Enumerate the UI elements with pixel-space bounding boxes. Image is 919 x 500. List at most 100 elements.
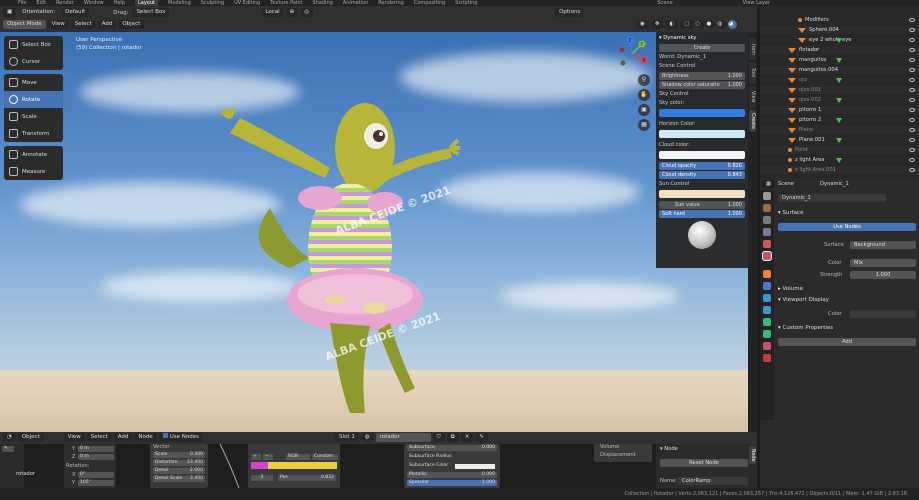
noise-texture-node[interactable]: Vector Scale 0.300 Distortion 33.400 Detai… (150, 444, 208, 488)
node-name-field[interactable]: ColorRamp (678, 477, 748, 485)
visibility-eye-icon[interactable] (909, 48, 915, 52)
outliner-row[interactable]: z light Area.001 (760, 166, 919, 174)
visibility-eye-icon[interactable] (909, 78, 915, 82)
ramp-position-field[interactable]: Pos 0.832 (278, 475, 336, 481)
scene-props-icon[interactable] (763, 240, 771, 248)
material-props-icon[interactable] (763, 342, 771, 350)
outliner-row[interactable]: ojo (760, 76, 919, 84)
cloud-color-swatch[interactable] (659, 151, 745, 159)
proportional-icon[interactable]: ◎ (300, 8, 314, 17)
shadow-saturation-field[interactable]: Shadow color saturatio 1.000 (659, 81, 745, 89)
detail-field[interactable]: Detail 2.000 (153, 468, 205, 474)
rotation-x-field[interactable]: 0° (78, 472, 114, 478)
ramp-add-icon[interactable]: + (251, 454, 261, 460)
mode-dropdown[interactable]: Object Mode (3, 20, 46, 29)
physics-icon[interactable] (763, 306, 771, 314)
duplicate-icon[interactable]: ⧉ (446, 433, 459, 442)
viewport-display-section-header[interactable]: ▾ Viewport Display (778, 297, 829, 303)
options-dropdown[interactable]: Options (555, 8, 585, 17)
render-props-icon[interactable] (763, 204, 771, 212)
tool-cursor[interactable]: Cursor (4, 53, 63, 70)
tool-props-icon[interactable] (763, 192, 771, 200)
tab-item[interactable]: Item (749, 38, 756, 60)
data-props-icon[interactable] (763, 330, 771, 338)
outliner-row[interactable]: ojos.001 (760, 86, 919, 94)
tool-move[interactable]: Move (4, 74, 63, 91)
color-input-dropdown[interactable]: Mix (850, 259, 916, 267)
detail-scale-field[interactable]: Detail Scale 3.400 (153, 476, 205, 482)
create-button[interactable]: Create (659, 44, 745, 52)
menu-object[interactable]: Object (118, 20, 145, 29)
add-property-button[interactable]: Add (778, 338, 916, 346)
visibility-eye-icon[interactable] (909, 148, 915, 152)
subsurface-color-field[interactable]: Subsurface Color (407, 463, 497, 469)
camera-icon[interactable]: ▣ (638, 104, 650, 116)
node-editor[interactable]: ✎ rotador Y 0 m Z 0 m Rotation: X 0° Y 1… (0, 444, 757, 488)
color-ramp-gradient[interactable] (251, 462, 337, 469)
outliner-row[interactable]: flotador (760, 46, 919, 54)
outliner-row[interactable]: pitorro 2 (760, 116, 919, 124)
transform-space-dropdown[interactable]: Local (261, 8, 284, 17)
distortion-field[interactable]: Distortion 33.400 (153, 460, 205, 466)
visibility-eye-icon[interactable] (909, 158, 915, 162)
modifier-props-icon[interactable] (763, 282, 771, 290)
visibility-eye-icon[interactable] (909, 28, 915, 32)
view-layer-icon[interactable] (763, 228, 771, 236)
fake-user-icon[interactable]: ⛉ (432, 433, 445, 442)
perspective-grid-icon[interactable]: ▦ (638, 119, 650, 131)
horizon-color-swatch[interactable] (659, 130, 745, 138)
visibility-eye-icon[interactable] (909, 18, 915, 22)
tab-node[interactable]: Node (749, 446, 756, 464)
subsurface-field[interactable]: Subsurface 0.000 (407, 445, 497, 451)
custom-properties-section-header[interactable]: ▾ Custom Properties (778, 325, 833, 331)
material-icon[interactable]: ◍ (360, 433, 374, 442)
node-menu-select[interactable]: Select (86, 433, 112, 442)
visibility-eye-icon[interactable] (909, 68, 915, 72)
outliner-row[interactable]: z light Area (760, 156, 919, 164)
snap-icon[interactable]: ⊕ (285, 8, 299, 17)
brightness-field[interactable]: Brightness 1.000 (659, 72, 745, 80)
orientation-dropdown[interactable]: Default (61, 8, 90, 17)
soft-hard-slider[interactable]: Soft hard 1.000 (659, 210, 745, 218)
node-object-dropdown[interactable]: Object (17, 433, 44, 442)
navigation-gizmo[interactable]: X Y Z (614, 36, 650, 72)
ramp-interpolation-dropdown[interactable]: Constan (312, 454, 338, 460)
tool-annotate[interactable]: Annotate (4, 146, 63, 163)
outliner-row[interactable]: Plane (760, 126, 919, 134)
node-menu-view[interactable]: View (63, 433, 85, 442)
gizmo-toggle-icon[interactable]: ✥ (650, 20, 664, 29)
sky-panel-title[interactable]: ▾ Dynamic sky (659, 34, 745, 43)
outliner-row[interactable]: Point (760, 146, 919, 154)
ramp-stop-index[interactable]: 2 (251, 475, 273, 481)
node-editor-type-icon[interactable]: ◔ (3, 433, 16, 442)
strength-field[interactable]: 1.000 (850, 271, 916, 279)
node-menu-add[interactable]: Add (113, 433, 133, 442)
visibility-eye-icon[interactable] (909, 38, 915, 42)
color-ramp-node[interactable]: + − RGB Constan 2 Pos 0.832 (248, 444, 340, 488)
overlay-icon[interactable]: ◐ (665, 20, 679, 29)
editor-type-icon[interactable]: ▣ (3, 8, 17, 17)
visibility-eye-icon[interactable] (909, 168, 915, 172)
tab-create[interactable]: Create (749, 110, 756, 132)
material-name-field[interactable]: rotador (375, 433, 431, 442)
sky-color-swatch[interactable] (659, 109, 745, 117)
texture-props-icon[interactable] (763, 354, 771, 362)
visibility-eye-icon[interactable] (909, 118, 915, 122)
outliner-row[interactable]: manguitos.004 (760, 66, 919, 74)
subsurface-radius-field[interactable]: Subsurface Radius (407, 454, 497, 460)
outliner-row[interactable]: manguitos (760, 56, 919, 64)
tool-rotate[interactable]: Rotate (4, 91, 63, 108)
properties-type-icon[interactable]: ▦ (762, 180, 775, 188)
visibility-eye-icon[interactable] (909, 128, 915, 132)
ramp-remove-icon[interactable]: − (263, 454, 273, 460)
viewport-display-color-swatch[interactable] (850, 310, 916, 318)
xray-icon[interactable]: ▢ (680, 20, 694, 29)
output-props-icon[interactable] (763, 216, 771, 224)
visibility-icon[interactable]: ◉ (636, 20, 649, 29)
unlink-icon[interactable]: ✕ (460, 433, 474, 442)
world-name-field[interactable]: Dynamic_1 (778, 194, 886, 202)
shading-wire-icon[interactable]: ○ (695, 20, 705, 29)
rotation-y-field[interactable]: 105° (78, 480, 114, 486)
scale-field[interactable]: Scale 0.300 (153, 452, 205, 458)
visibility-eye-icon[interactable] (909, 108, 915, 112)
